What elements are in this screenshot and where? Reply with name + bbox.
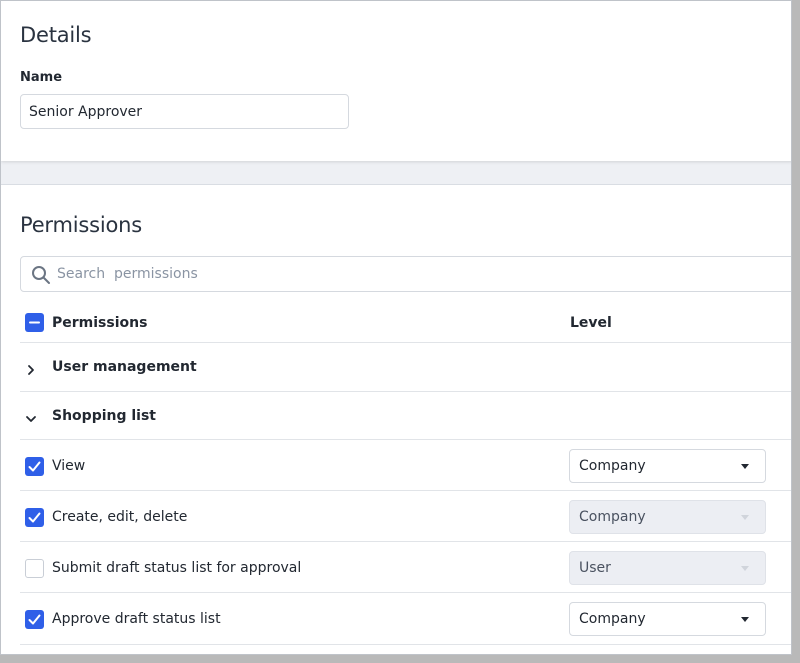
caret-down-icon — [741, 464, 749, 469]
chevron-right-icon[interactable] — [25, 361, 37, 375]
permissions-column-header: Permissions — [52, 315, 148, 331]
approve-draft-level-select[interactable]: Company — [569, 602, 766, 636]
group-row-user-management[interactable]: User management — [20, 343, 791, 392]
select-value: Company — [579, 458, 646, 474]
search-box[interactable] — [20, 256, 791, 292]
permission-row-approve-draft: Approve draft status list Company — [20, 593, 791, 645]
chevron-down-icon[interactable] — [25, 410, 37, 422]
create-edit-delete-checkbox[interactable] — [25, 508, 44, 527]
permission-label: Submit draft status list for approval — [52, 560, 302, 576]
permission-label: Create, edit, delete — [52, 509, 188, 525]
permission-role-form: Details Name Permissions Permissions Le — [0, 0, 792, 655]
select-value: Company — [579, 611, 646, 627]
permissions-header-row: Permissions Level — [20, 293, 791, 343]
caret-down-icon — [741, 515, 749, 520]
select-value: Company — [579, 509, 646, 525]
details-title: Details — [20, 23, 92, 47]
caret-down-icon — [741, 617, 749, 622]
permission-label: View — [52, 458, 86, 474]
details-card: Details Name — [1, 1, 791, 161]
level-column-header: Level — [570, 315, 612, 331]
permission-row-view: View Company — [20, 440, 791, 491]
permission-row-submit-draft: Submit draft status list for approval Us… — [20, 542, 791, 593]
approve-draft-checkbox[interactable] — [25, 610, 44, 629]
caret-down-icon — [741, 566, 749, 571]
permissions-title: Permissions — [20, 213, 143, 237]
group-label: Shopping list — [52, 408, 156, 424]
permission-row-create-edit-delete: Create, edit, delete Company — [20, 491, 791, 542]
permissions-card: Permissions Permissions Level — [1, 184, 791, 654]
group-row-shopping-list[interactable]: Shopping list — [20, 392, 791, 440]
view-checkbox[interactable] — [25, 457, 44, 476]
group-label: User management — [52, 359, 197, 375]
name-input[interactable] — [20, 94, 349, 129]
select-value: User — [579, 560, 611, 576]
submit-draft-checkbox[interactable] — [25, 559, 44, 578]
create-edit-delete-level-select: Company — [569, 500, 766, 534]
submit-draft-level-select: User — [569, 551, 766, 585]
select-all-checkbox[interactable] — [25, 313, 44, 332]
search-icon — [31, 265, 51, 285]
permission-label: Approve draft status list — [52, 611, 221, 627]
view-level-select[interactable]: Company — [569, 449, 766, 483]
search-input[interactable] — [57, 257, 777, 291]
name-label: Name — [20, 70, 63, 85]
